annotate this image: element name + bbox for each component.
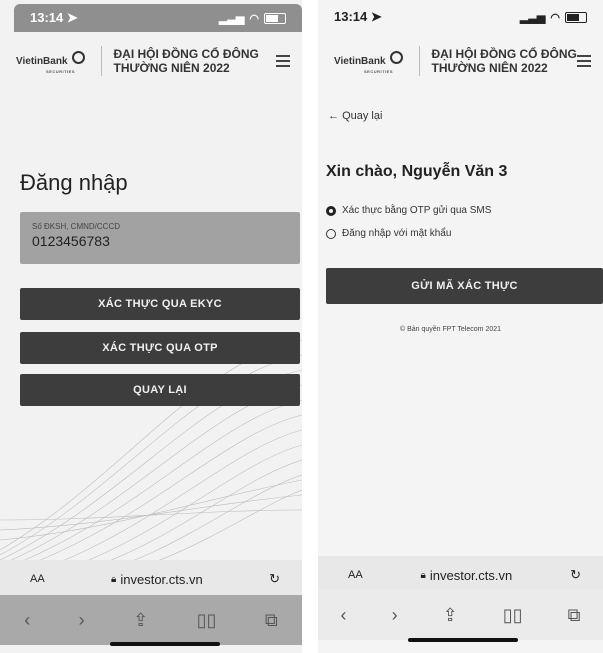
app-header: VietinBank SECURITIES ĐẠI HỘI ĐỒNG CỔ ĐÔ… <box>0 36 302 86</box>
tabs-icon[interactable]: ⧉ <box>265 610 278 631</box>
status-time: 13:14 <box>334 9 368 24</box>
browser-address-bar[interactable]: AA 🔒︎ investor.cts.vn ↻ <box>318 556 603 594</box>
back-link[interactable]: ← Quay lại <box>328 110 382 122</box>
reload-icon[interactable]: ↻ <box>570 567 581 583</box>
back-icon[interactable]: ‹ <box>341 605 347 626</box>
status-bar: 13:14 ➤ ▂▃▅ ◠ <box>318 0 603 34</box>
header-divider <box>418 46 420 76</box>
lock-icon: 🔒︎ <box>111 573 117 585</box>
send-code-button[interactable]: GỬI MÃ XÁC THỰC <box>326 268 603 304</box>
status-bar: 13:14 ➤ ▂▃▅ ◠ <box>14 4 302 32</box>
logo-text: VietinBank <box>16 55 68 67</box>
text-size-button[interactable]: AA <box>348 569 363 581</box>
phone-screen-verify: 13:14 ➤ ▂▃▅ ◠ VietinBank SECURITIES ĐẠI … <box>318 0 603 653</box>
lock-icon: 🔒︎ <box>420 569 426 581</box>
radio-checked-icon[interactable] <box>326 205 336 216</box>
header-title: ĐẠI HỘI ĐỒNG CỔ ĐÔNG THƯỜNG NIÊN 2022 <box>431 47 577 75</box>
verify-otp-button[interactable]: XÁC THỰC QUA OTP <box>20 332 300 364</box>
id-number-field[interactable]: Số ĐKSH, CMND/CCCD <box>20 212 300 264</box>
battery-icon <box>264 12 286 24</box>
header-title: ĐẠI HỘI ĐỒNG CỔ ĐÔNG THƯỜNG NIÊN 2022 <box>113 47 259 75</box>
home-indicator[interactable] <box>408 638 518 642</box>
header-divider <box>100 46 102 76</box>
battery-icon <box>565 11 587 23</box>
option-password[interactable]: Đăng nhập với mật khẩu <box>326 228 451 239</box>
forward-icon[interactable]: › <box>79 610 85 631</box>
logo-subtext: SECURITIES <box>46 68 76 74</box>
vietinbank-logo[interactable]: VietinBank SECURITIES <box>16 50 85 74</box>
text-size-button[interactable]: AA <box>30 573 45 585</box>
logo-text: VietinBank <box>334 55 386 67</box>
app-header: VietinBank SECURITIES ĐẠI HỘI ĐỒNG CỔ ĐÔ… <box>318 36 603 86</box>
tabs-icon[interactable]: ⧉ <box>568 605 581 626</box>
option-label: Đăng nhập với mật khẩu <box>342 228 452 239</box>
id-field-label: Số ĐKSH, CMND/CCCD <box>32 222 121 231</box>
url-display[interactable]: 🔒︎ investor.cts.vn <box>111 572 203 587</box>
vietinbank-logo[interactable]: VietinBank SECURITIES <box>334 50 403 74</box>
verify-ekyc-button[interactable]: XÁC THỰC QUA EKYC <box>20 288 300 320</box>
status-time: 13:14 <box>30 10 64 25</box>
id-number-input[interactable] <box>32 233 288 249</box>
location-arrow-icon: ➤ <box>370 9 382 24</box>
url-text: investor.cts.vn <box>429 567 513 583</box>
back-icon[interactable]: ‹ <box>24 610 30 631</box>
browser-address-bar[interactable]: AA 🔒︎ investor.cts.vn ↻ <box>0 560 302 598</box>
browser-toolbar: ‹ › ⇪ ▯▯ ⧉ <box>0 595 302 645</box>
share-icon[interactable]: ⇪ <box>133 610 148 631</box>
greeting: Xin chào, Nguyễn Văn 3 <box>326 163 508 180</box>
option-otp-sms[interactable]: Xác thực bằng OTP gửi qua SMS <box>326 205 491 216</box>
option-label: Xác thực bằng OTP gửi qua SMS <box>342 205 492 216</box>
location-arrow-icon: ➤ <box>66 10 78 25</box>
signal-icon: ▂▃▅ <box>520 11 546 24</box>
forward-icon[interactable]: › <box>392 605 398 626</box>
radio-unchecked-icon[interactable] <box>326 228 336 239</box>
reload-icon[interactable]: ↻ <box>269 571 280 587</box>
signal-icon: ▂▃▅ <box>219 12 245 25</box>
wifi-icon: ◠ <box>249 12 259 25</box>
menu-icon[interactable] <box>577 55 591 67</box>
arrow-left-icon: ← <box>328 110 339 122</box>
logo-ring-icon <box>389 50 403 64</box>
browser-toolbar: ‹ › ⇪ ▯▯ ⧉ <box>318 590 603 640</box>
copyright-text: © Bản quyền FPT Telecom 2021 <box>400 326 502 333</box>
page-title: Đăng nhập <box>20 170 128 195</box>
bookmarks-icon[interactable]: ▯▯ <box>503 605 523 626</box>
logo-ring-icon <box>71 50 85 64</box>
wifi-icon: ◠ <box>550 11 560 24</box>
home-indicator[interactable] <box>110 642 220 646</box>
logo-subtext: SECURITIES <box>364 68 394 74</box>
share-icon[interactable]: ⇪ <box>443 605 458 626</box>
url-text: investor.cts.vn <box>120 571 203 587</box>
bookmarks-icon[interactable]: ▯▯ <box>197 610 217 631</box>
menu-icon[interactable] <box>276 55 290 67</box>
phone-screen-login: 13:14 ➤ ▂▃▅ ◠ VietinBank SECURITIES ĐẠI … <box>0 0 302 653</box>
url-display[interactable]: 🔒︎ investor.cts.vn <box>421 568 513 583</box>
back-button[interactable]: QUAY LẠI <box>20 374 300 406</box>
back-link-label: Quay lại <box>342 110 383 122</box>
